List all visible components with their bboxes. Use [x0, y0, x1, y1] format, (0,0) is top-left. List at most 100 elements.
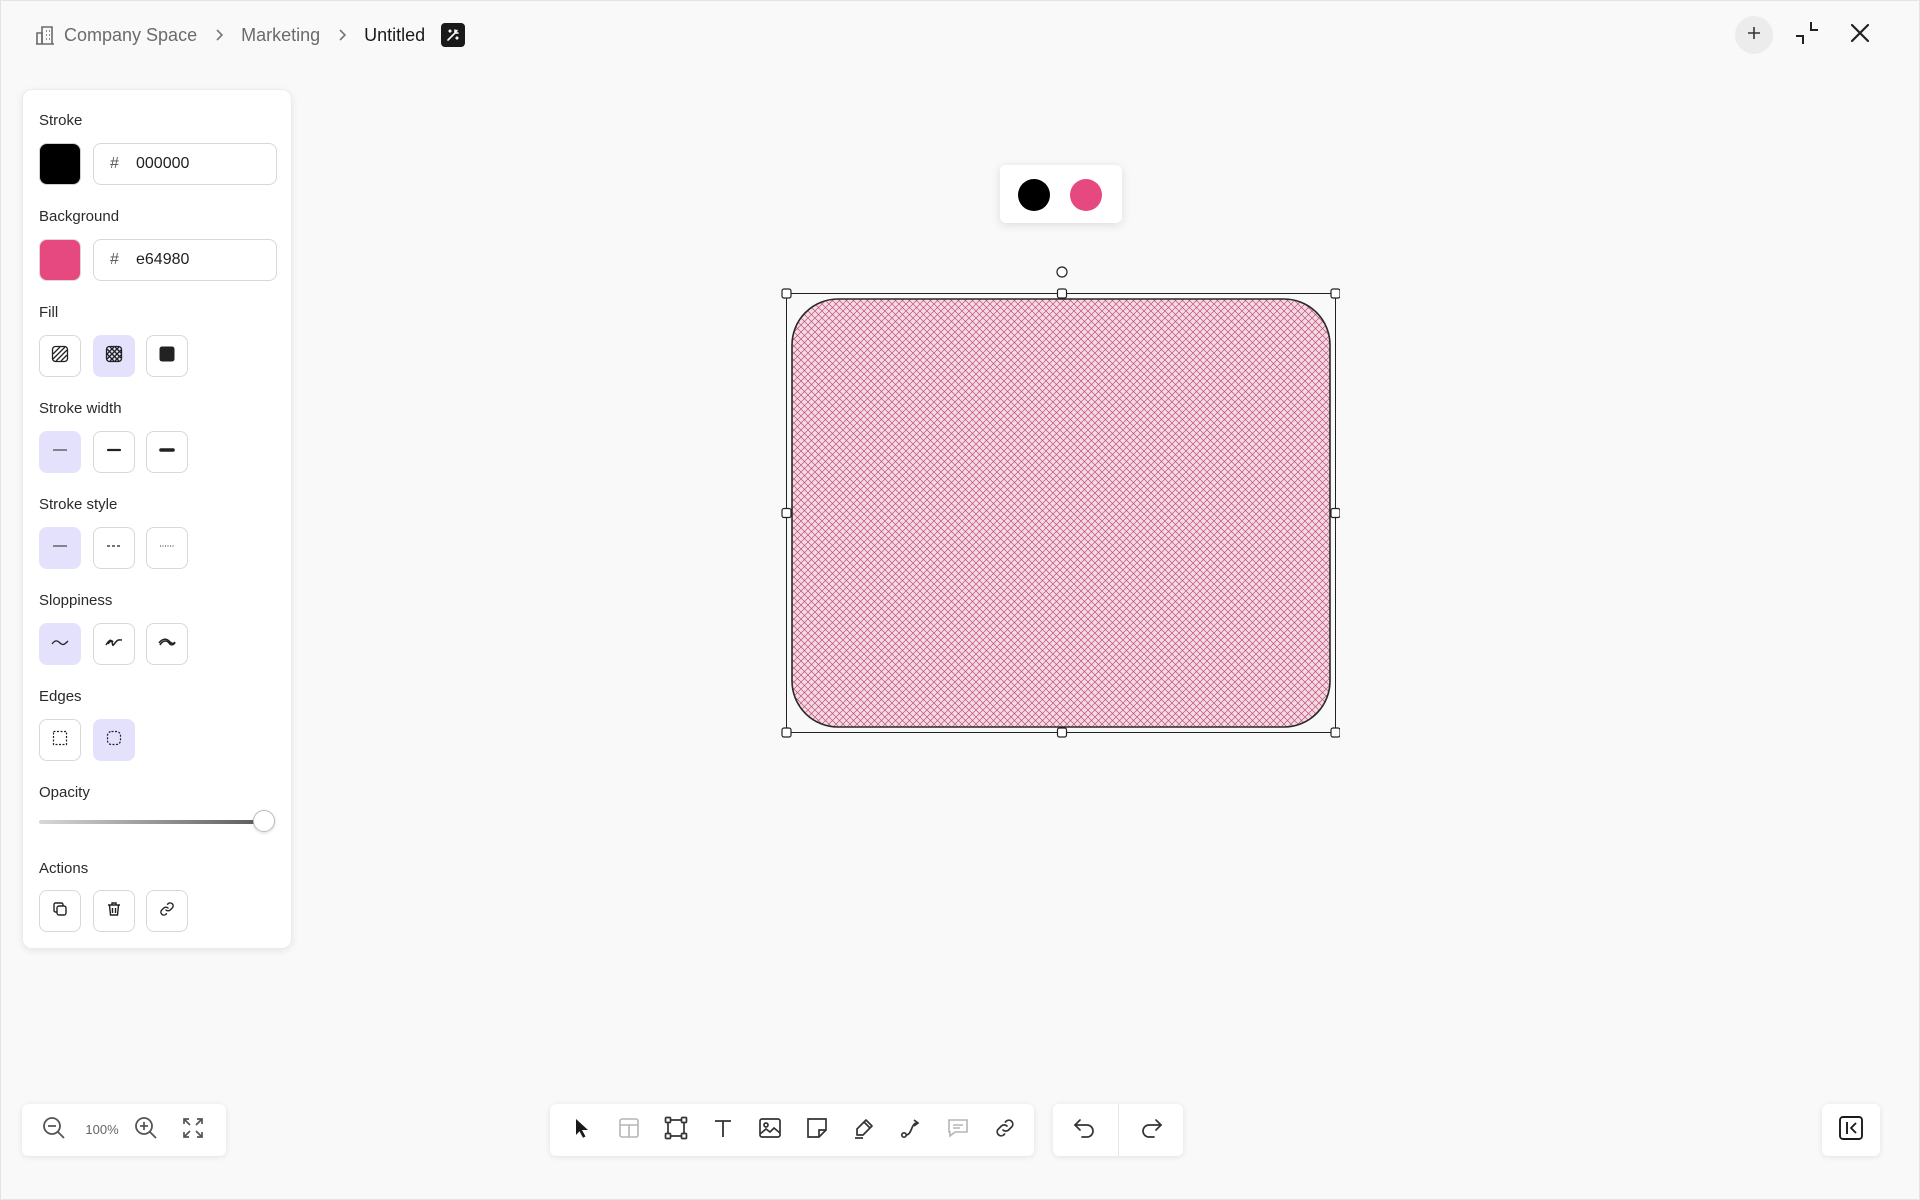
stroke-width-bold-button[interactable] [93, 431, 135, 473]
fit-to-screen-button[interactable] [175, 1112, 211, 1148]
stroke-color-dot[interactable] [1018, 179, 1050, 211]
close-button[interactable] [1841, 16, 1879, 54]
close-icon [1849, 22, 1871, 49]
bold-line-icon [105, 441, 123, 464]
hash-symbol: # [110, 155, 119, 172]
zoom-out-button[interactable] [36, 1112, 72, 1148]
stroke-width-thin-button[interactable] [39, 431, 81, 473]
selected-rectangle[interactable] [780, 262, 1341, 742]
zoom-in-button[interactable] [128, 1112, 164, 1148]
thin-line-icon [51, 441, 69, 464]
zoom-controls: 100% [22, 1104, 226, 1156]
divider [1118, 1104, 1119, 1156]
redo-button[interactable] [1133, 1112, 1169, 1148]
sticky-note-tool-button[interactable] [799, 1112, 835, 1148]
stroke-style-dotted-button[interactable] [146, 527, 188, 569]
breadcrumb-space[interactable]: Company Space [64, 25, 197, 46]
connector-tool-button[interactable] [893, 1112, 929, 1148]
link-button[interactable] [146, 890, 188, 932]
extra-bold-line-icon [158, 441, 176, 464]
opacity-slider-track[interactable] [39, 820, 263, 824]
fill-solid-button[interactable] [146, 335, 188, 377]
resize-handle-e[interactable] [1330, 507, 1341, 519]
resize-handle-nw[interactable] [781, 288, 792, 299]
edges-label: Edges [39, 688, 82, 705]
actions-label: Actions [39, 860, 89, 877]
resize-handle-ne[interactable] [1330, 288, 1341, 299]
comment-tool-button[interactable] [940, 1112, 976, 1148]
stroke-width-extra-bold-button[interactable] [146, 431, 188, 473]
stroke-hex-field[interactable]: # [93, 143, 277, 185]
edges-sharp-button[interactable] [39, 719, 81, 761]
building-icon [34, 24, 56, 46]
sloppiness-architect-button[interactable] [39, 623, 81, 665]
tool-toolbar [550, 1104, 1034, 1156]
cross-hatch-fill-icon [105, 345, 123, 368]
resize-handle-sw[interactable] [781, 727, 792, 738]
link-icon [993, 1116, 1017, 1145]
opacity-slider-thumb[interactable] [253, 810, 275, 832]
exit-fullscreen-button[interactable] [1788, 16, 1826, 54]
stroke-style-dashed-button[interactable] [93, 527, 135, 569]
background-color-dot[interactable] [1070, 179, 1102, 211]
toggle-sidebar-button[interactable] [1822, 1104, 1880, 1156]
stroke-hex-input[interactable] [136, 155, 256, 173]
history-controls [1053, 1104, 1183, 1156]
duplicate-button[interactable] [39, 890, 81, 932]
solid-line-icon [51, 537, 69, 560]
cursor-icon [571, 1117, 593, 1144]
resize-handle-se[interactable] [1330, 727, 1341, 738]
hachure-fill-icon [51, 345, 69, 368]
breadcrumb-folder[interactable]: Marketing [241, 25, 320, 46]
shape-color-popup [1000, 165, 1122, 223]
collapse-panel-button[interactable] [1833, 1112, 1869, 1148]
opacity-label: Opacity [39, 784, 90, 801]
resize-handle-n[interactable] [1056, 288, 1068, 299]
rectangle-shape[interactable] [780, 262, 1341, 742]
edges-round-button[interactable] [93, 719, 135, 761]
hash-symbol: # [110, 251, 119, 268]
pen-tool-button[interactable] [846, 1112, 882, 1148]
background-hex-input[interactable] [136, 251, 256, 269]
shape-tool-button[interactable] [658, 1112, 694, 1148]
architect-curve-icon [50, 633, 70, 656]
background-color-swatch[interactable] [39, 239, 81, 281]
stroke-style-solid-button[interactable] [39, 527, 81, 569]
sloppiness-cartoonist-button[interactable] [146, 623, 188, 665]
sloppiness-artist-button[interactable] [93, 623, 135, 665]
embed-link-tool-button[interactable] [987, 1112, 1023, 1148]
minimize-icon [1794, 20, 1820, 51]
text-tool-button[interactable] [705, 1112, 741, 1148]
add-button[interactable] [1735, 16, 1773, 54]
rotation-handle[interactable] [1056, 266, 1068, 278]
expand-icon [181, 1116, 205, 1145]
fill-cross-hatch-button[interactable] [93, 335, 135, 377]
stroke-color-swatch[interactable] [39, 143, 81, 185]
image-icon [757, 1115, 783, 1146]
zoom-in-icon [133, 1115, 159, 1146]
undo-button[interactable] [1067, 1112, 1103, 1148]
cartoonist-curve-icon [157, 633, 177, 656]
breadcrumb: Company Space Marketing Untitled [34, 22, 466, 48]
round-edges-icon [105, 729, 123, 752]
zoom-level: 100% [85, 1122, 119, 1137]
sloppiness-label: Sloppiness [39, 592, 113, 609]
document-title[interactable]: Untitled [364, 25, 425, 46]
resize-handle-w[interactable] [781, 507, 792, 519]
background-label: Background [39, 208, 120, 225]
magic-wand-icon[interactable] [441, 23, 466, 47]
frame-icon [617, 1116, 641, 1145]
panel-collapse-icon [1837, 1114, 1865, 1147]
frame-tool-button[interactable] [611, 1112, 647, 1148]
trash-icon [105, 900, 123, 923]
background-hex-field[interactable]: # [93, 239, 277, 281]
stroke-width-label: Stroke width [39, 400, 122, 417]
select-tool-button[interactable] [564, 1112, 600, 1148]
rectangle-outline [791, 298, 1331, 728]
fill-hachure-button[interactable] [39, 335, 81, 377]
resize-handle-s[interactable] [1056, 727, 1068, 738]
delete-button[interactable] [93, 890, 135, 932]
image-tool-button[interactable] [752, 1112, 788, 1148]
rectangle-select-icon [663, 1115, 689, 1146]
comment-icon [946, 1116, 970, 1145]
